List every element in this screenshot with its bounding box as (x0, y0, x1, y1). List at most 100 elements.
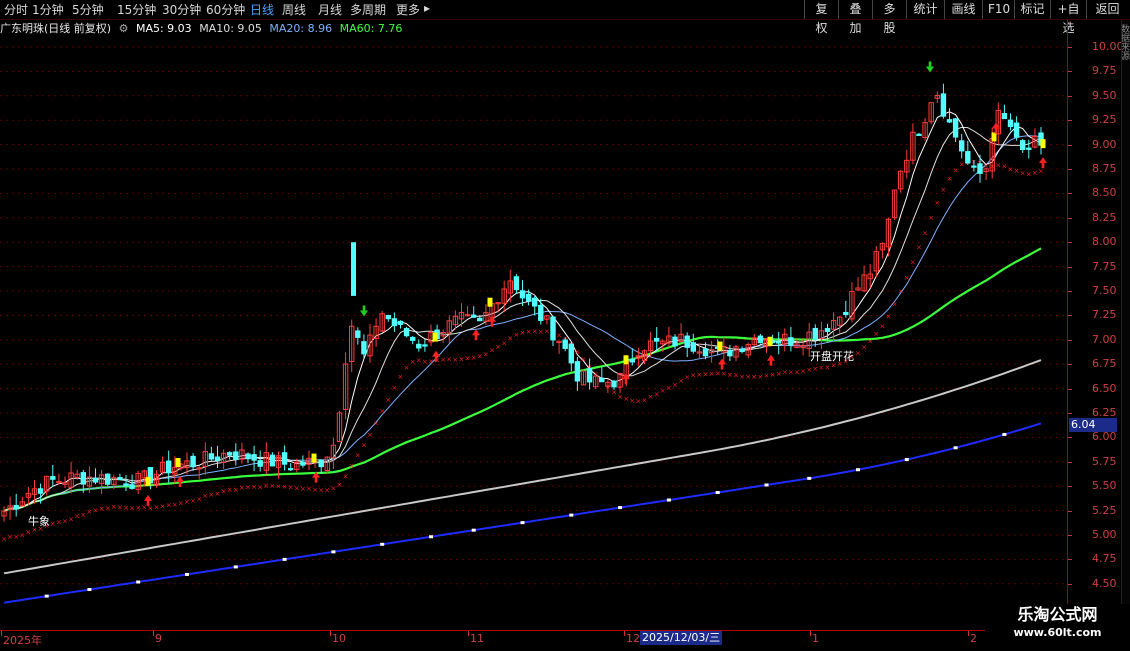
timeframe-6[interactable]: 日线 (250, 1, 274, 18)
y-tick (1068, 535, 1072, 536)
trail-marker: × (160, 502, 166, 510)
signal-bar (1040, 139, 1046, 149)
toolbar-button-3[interactable]: 统计 (906, 0, 944, 19)
ma250-marker (380, 542, 385, 546)
stock-name[interactable]: 广东明珠(日线 前复权) (0, 22, 111, 35)
trail-marker: × (25, 529, 31, 537)
trail-marker: × (703, 370, 709, 378)
timeframe-4[interactable]: 30分钟 (162, 1, 201, 18)
trail-marker: × (111, 503, 117, 511)
toolbar-button-5[interactable]: F10 (982, 0, 1014, 19)
timeframe-1[interactable]: 1分钟 (32, 1, 64, 18)
timeframe-0[interactable]: 分时 (4, 1, 28, 18)
period-toolbar: 分时 1分钟 5分钟 15分钟 30分钟 60分钟 日线 周线 月线 多周期 更多 ▸ 复权 叠加 多股 统计… (0, 0, 1130, 35)
candle-down (757, 335, 764, 344)
kline-chart[interactable]: × × × × × × × × × × × × × × × × × × × × × × × × × × × × × × × × × × × × × × × ×… (0, 38, 1067, 630)
trail-marker: × (690, 372, 696, 380)
candle-down (702, 348, 709, 357)
candle-down (477, 317, 483, 322)
timeframe-3[interactable]: 15分钟 (117, 1, 156, 18)
trail-marker: × (202, 492, 208, 500)
candle-down (599, 377, 605, 383)
candle-down (586, 368, 593, 383)
timeframe-5[interactable]: 60分钟 (206, 1, 245, 18)
trail-marker: × (208, 491, 214, 499)
ma250-marker (520, 521, 525, 525)
sell-arrow-icon (360, 305, 368, 317)
trail-marker: × (428, 358, 434, 366)
candle-down (513, 276, 520, 291)
candle-down (251, 454, 257, 461)
toolbar-button-1[interactable]: 叠加 (838, 0, 872, 35)
toolbar-button-4[interactable]: 画线 (944, 0, 982, 19)
ma250-marker (282, 557, 287, 561)
trail-marker: × (239, 484, 245, 492)
toolbar-button-2[interactable]: 多股 (872, 0, 906, 35)
candle-down (361, 341, 367, 355)
timeframe-10[interactable]: 更多 (396, 1, 420, 18)
candle-down (977, 163, 983, 174)
trail-marker: × (855, 349, 861, 357)
candle-down (403, 328, 410, 337)
candle-down (1007, 119, 1014, 128)
trail-marker: × (19, 531, 25, 539)
trail-marker: × (696, 371, 702, 379)
candle-down (1026, 147, 1032, 150)
trail-marker: × (727, 371, 733, 379)
toolbar-button-6[interactable]: 标记 (1014, 0, 1050, 19)
x-tick (810, 631, 811, 636)
trail-marker: × (276, 482, 282, 490)
trail-marker: × (520, 329, 526, 337)
candle-down (422, 344, 428, 347)
trail-marker: × (684, 374, 690, 382)
signal-bar (432, 332, 438, 342)
candle-down (824, 328, 831, 332)
candle-down (214, 456, 221, 462)
buy-arrow-icon (1039, 157, 1047, 169)
y-tick (1068, 437, 1072, 439)
trail-marker: × (233, 486, 239, 494)
trail-marker: × (800, 367, 806, 375)
candle-down (190, 455, 196, 468)
signal-bar (175, 458, 181, 468)
timeframe-8[interactable]: 月线 (318, 1, 342, 18)
ma250-line (3, 422, 1042, 604)
y-tick (1068, 510, 1072, 512)
more-arrow-icon[interactable]: ▸ (424, 1, 430, 15)
candle-down (776, 341, 782, 344)
y-tick (1068, 364, 1072, 366)
candle-down (739, 348, 745, 353)
trail-marker: × (916, 244, 922, 252)
settings-icon[interactable]: ⚙ (119, 22, 129, 35)
y-tick-label: 10.00 (1092, 40, 1124, 53)
trail-marker: × (367, 431, 373, 439)
toolbar-button-7[interactable]: +自选 (1050, 0, 1086, 35)
trail-marker: × (93, 506, 99, 514)
trail-marker: × (733, 372, 739, 380)
candle-down (208, 453, 215, 460)
trail-marker: × (886, 312, 892, 320)
toolbar-button-8[interactable]: 返回 (1086, 0, 1128, 19)
x-tick-label: 11 (470, 632, 484, 645)
trail-marker: × (215, 490, 221, 498)
toolbar-button-0[interactable]: 复权 (804, 0, 838, 35)
y-tick (1068, 120, 1072, 122)
current-price-label: 6.04 (1069, 418, 1117, 432)
candle-down (946, 119, 953, 123)
trail-marker: × (678, 377, 684, 385)
sell-arrow-icon (926, 61, 934, 73)
candle-down (245, 453, 251, 460)
timeframe-2[interactable]: 5分钟 (72, 1, 104, 18)
trail-marker: × (343, 473, 349, 481)
x-tick-label: 2 (970, 632, 977, 645)
x-tick (468, 631, 469, 636)
trail-marker: × (940, 186, 946, 194)
candle-down (80, 472, 86, 485)
timeframe-9[interactable]: 多周期 (350, 1, 386, 18)
x-tick (153, 631, 154, 636)
y-tick-label: 9.50 (1092, 88, 1117, 102)
candle-down (532, 297, 538, 307)
ma20-value: MA20: 8.96 (269, 22, 333, 35)
candle-down (519, 290, 526, 299)
timeframe-7[interactable]: 周线 (282, 1, 306, 18)
